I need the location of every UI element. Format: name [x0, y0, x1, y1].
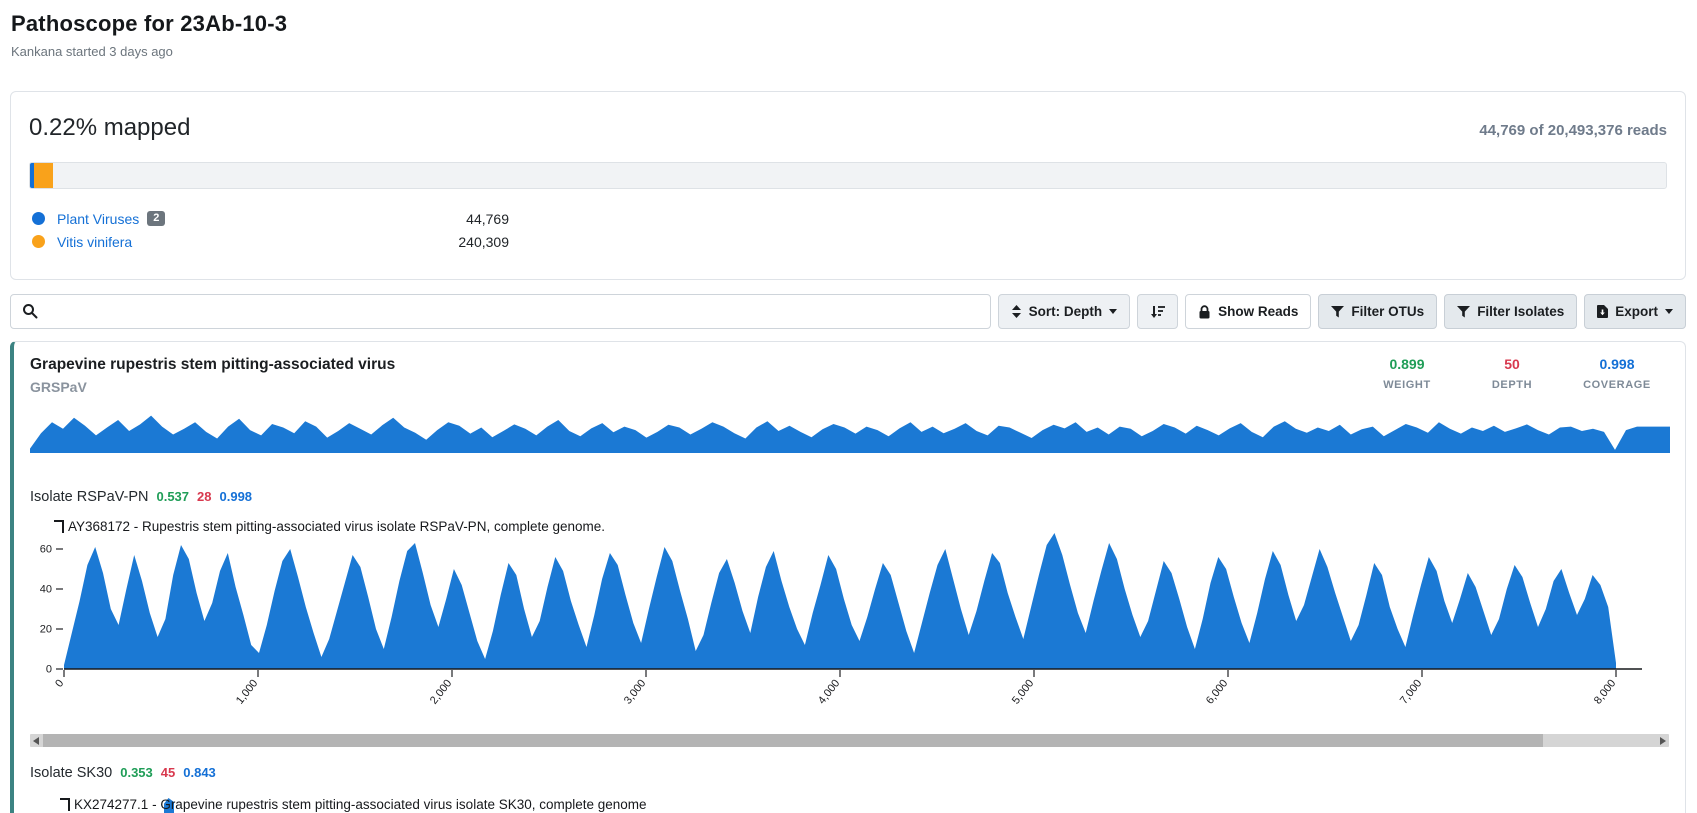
- legend-count-badge: 2: [147, 211, 165, 226]
- chevron-down-icon: [1109, 309, 1117, 314]
- chart-horizontal-scrollbar[interactable]: [30, 734, 1669, 747]
- sort-dropdown-button[interactable]: Sort: Depth: [998, 294, 1131, 329]
- orange-dot-icon: [32, 235, 45, 248]
- legend-read-count: 44,769: [409, 211, 509, 227]
- depth-value: 50: [1462, 356, 1562, 372]
- otu-abbreviation: GRSPaV: [30, 379, 395, 395]
- mapped-reads-count: 44,769 of 20,493,376 reads: [1479, 122, 1667, 139]
- legend-item-vitis-vinifera: Vitis vinifera 240,309: [29, 230, 1667, 253]
- export-label: Export: [1615, 304, 1658, 319]
- filter-isolates-button[interactable]: Filter Isolates: [1444, 294, 1577, 329]
- isolate-header-rspav-pn[interactable]: Isolate RSPaV-PN 0.537 28 0.998: [30, 489, 1669, 505]
- filter-otus-button[interactable]: Filter OTUs: [1318, 294, 1437, 329]
- mapped-percent: 0.22% mapped: [29, 114, 190, 146]
- depth-label: DEPTH: [1462, 379, 1562, 391]
- mapped-legend: Plant Viruses 2 44,769 Vitis vinifera 24…: [29, 207, 1667, 253]
- range-bracket-icon: [54, 520, 64, 533]
- blue-dot-icon: [32, 212, 45, 225]
- isolate-coverage-chart-wrap: 0 20 40 60 0 1,000 2,000 3,000 4,000 5,000 6,000 7,…: [30, 519, 1669, 747]
- svg-text:8,000: 8,000: [1592, 677, 1618, 706]
- isolate-coverage: 0.998: [220, 489, 253, 504]
- scroll-left-arrow-icon[interactable]: [33, 737, 39, 745]
- isolate-weight: 0.537: [156, 489, 189, 504]
- page-title: Pathoscope for 23Ab-10-3: [11, 11, 287, 37]
- filter-isolates-label: Filter Isolates: [1477, 304, 1564, 319]
- filter-otus-label: Filter OTUs: [1351, 304, 1424, 319]
- svg-text:4,000: 4,000: [816, 677, 842, 706]
- isolate-depth: 45: [161, 765, 175, 780]
- legend-read-count: 240,309: [409, 234, 509, 250]
- coverage-value: 0.998: [1567, 356, 1667, 372]
- sort-label: Sort: Depth: [1029, 304, 1103, 319]
- mapped-progress-bar: [29, 162, 1667, 189]
- search-input[interactable]: [10, 294, 991, 329]
- svg-text:3,000: 3,000: [622, 677, 648, 706]
- file-export-icon: [1597, 305, 1608, 318]
- weight-value: 0.899: [1357, 356, 1457, 372]
- range-bracket-icon: [60, 798, 70, 811]
- otu-name[interactable]: Grapevine rupestris stem pitting-associa…: [30, 356, 395, 374]
- legend-item-plant-viruses: Plant Viruses 2 44,769: [29, 207, 1667, 230]
- otu-card-grspav: Grapevine rupestris stem pitting-associa…: [10, 341, 1686, 813]
- export-dropdown-button[interactable]: Export: [1584, 294, 1686, 329]
- sequence-annotation-text: AY368172 - Rupestris stem pitting-associ…: [68, 519, 605, 534]
- legend-link-vitis-vinifera[interactable]: Vitis vinifera: [57, 234, 132, 250]
- svg-text:1,000: 1,000: [234, 677, 260, 706]
- results-toolbar: Sort: Depth Show Reads Filter OTUs Filte…: [10, 294, 1686, 329]
- svg-text:2,000: 2,000: [428, 677, 454, 706]
- svg-text:0: 0: [46, 664, 52, 676]
- scroll-right-arrow-icon[interactable]: [1660, 737, 1666, 745]
- mapped-summary-card: 0.22% mapped 44,769 of 20,493,376 reads …: [10, 91, 1686, 280]
- mapped-bar-subtraction-segment: [34, 163, 53, 188]
- coverage-label: COVERAGE: [1567, 379, 1667, 391]
- svg-text:60: 60: [40, 544, 52, 556]
- svg-text:7,000: 7,000: [1398, 677, 1424, 706]
- scrollbar-thumb[interactable]: [43, 734, 1543, 747]
- page-header: Pathoscope for 23Ab-10-3 Kankana started…: [11, 11, 287, 59]
- chevron-down-icon: [1665, 309, 1673, 314]
- isolate-title: Isolate RSPaV-PN: [30, 489, 148, 505]
- isolate-depth: 28: [197, 489, 211, 504]
- filter-funnel-icon: [1457, 306, 1470, 318]
- weight-label: WEIGHT: [1357, 379, 1457, 391]
- scrollbar-track[interactable]: [43, 734, 1656, 747]
- sequence-annotation: AY368172 - Rupestris stem pitting-associ…: [54, 519, 605, 534]
- sort-amount-down-icon: [1150, 305, 1165, 318]
- legend-link-plant-viruses[interactable]: Plant Viruses: [57, 211, 139, 227]
- show-reads-button[interactable]: Show Reads: [1185, 294, 1311, 329]
- otu-stats: 0.899 WEIGHT 50 DEPTH 0.998 COVERAGE: [1357, 356, 1667, 395]
- isolate-header-sk30[interactable]: Isolate SK30 0.353 45 0.843: [30, 765, 1669, 781]
- isolate-title: Isolate SK30: [30, 765, 112, 781]
- svg-text:5,000: 5,000: [1010, 677, 1036, 706]
- lock-icon: [1198, 305, 1211, 319]
- isolate-coverage: 0.843: [183, 765, 216, 780]
- sort-direction-button[interactable]: [1137, 294, 1178, 329]
- isolate-coverage-chart: 0 20 40 60 0 1,000 2,000 3,000 4,000 5,000 6,000 7,…: [30, 519, 1670, 724]
- sort-updown-icon: [1011, 305, 1022, 318]
- job-subtitle: Kankana started 3 days ago: [11, 44, 287, 59]
- svg-text:0: 0: [53, 677, 66, 689]
- search-icon: [22, 303, 38, 319]
- sequence-annotation-text: KX274277.1 - Grapevine rupestris stem pi…: [74, 797, 647, 812]
- svg-text:40: 40: [40, 584, 52, 596]
- isolate-weight: 0.353: [120, 765, 153, 780]
- otu-coverage-overview-chart[interactable]: [30, 407, 1670, 453]
- svg-text:20: 20: [40, 624, 52, 636]
- filter-funnel-icon: [1331, 306, 1344, 318]
- svg-text:6,000: 6,000: [1204, 677, 1230, 706]
- show-reads-label: Show Reads: [1218, 304, 1298, 319]
- sequence-annotation-sk30: KX274277.1 - Grapevine rupestris stem pi…: [60, 797, 1669, 812]
